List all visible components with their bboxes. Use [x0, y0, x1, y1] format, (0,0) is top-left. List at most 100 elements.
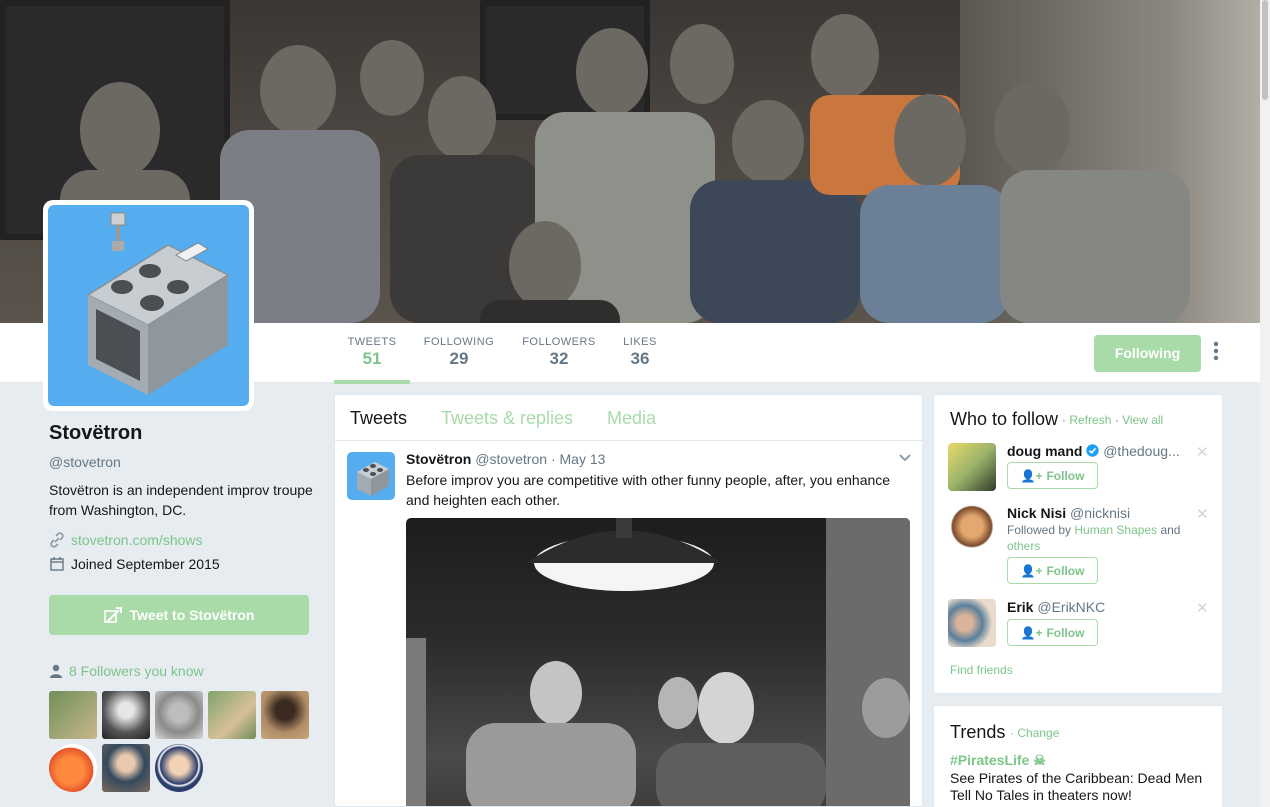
profile-info: Stovëtron @stovetron Stovëtron is an ind… [49, 420, 314, 572]
profile-joined-row: Joined September 2015 [49, 556, 314, 572]
refresh-link[interactable]: Refresh [1069, 413, 1111, 427]
nav-following-label: FOLLOWING [423, 336, 495, 348]
find-friends-link[interactable]: Find friends [950, 663, 1013, 677]
followed-by-and: and [1160, 523, 1181, 537]
user-name: Erik [1007, 599, 1034, 615]
nav-tweets-label: TWEETS [347, 336, 397, 348]
add-user-icon: 👤+ [1020, 468, 1043, 483]
follower-avatar[interactable] [155, 691, 203, 739]
dismiss-icon[interactable]: ✕ [1196, 443, 1209, 461]
nav-following[interactable]: FOLLOWING 29 [420, 323, 498, 383]
who-to-follow-links: · Refresh · View all [1062, 413, 1163, 427]
trends-panel: Trends · Change #PiratesLife ☠ See Pirat… [933, 705, 1223, 807]
nav-likes[interactable]: LIKES 36 [618, 323, 662, 383]
followed-by-others[interactable]: others [1007, 539, 1040, 553]
stove-icon [357, 462, 389, 496]
follow-button[interactable]: 👤+ Follow [1007, 619, 1098, 646]
tweet-author-name[interactable]: Stovëtron [406, 451, 471, 467]
tab-tweets[interactable]: Tweets [350, 408, 407, 429]
trend-description: See Pirates of the Caribbean: Dead Men T… [950, 770, 1203, 803]
dismiss-icon[interactable]: ✕ [1196, 599, 1209, 617]
user-avatar[interactable] [948, 599, 996, 647]
nav-likes-label: LIKES [623, 336, 657, 348]
trends-change-link[interactable]: · Change [1010, 726, 1059, 740]
following-button[interactable]: Following [1094, 335, 1201, 372]
calendar-icon [50, 557, 64, 571]
who-to-follow-panel: Who to follow · Refresh · View all doug … [933, 394, 1223, 694]
nav-tweets-count: 51 [362, 349, 382, 368]
tweet-author-handle[interactable]: @stovetron [475, 451, 547, 467]
tweet-to-button[interactable]: Tweet to Stovëtron [49, 595, 309, 635]
user-name-row[interactable]: doug mand @thedoug... [1007, 443, 1180, 459]
trends-title: Trends [950, 722, 1006, 742]
profile-website-row: stovetron.com/shows [49, 532, 314, 548]
follower-avatar[interactable] [49, 691, 97, 739]
profile-bio: Stovëtron is an independent improv troup… [49, 482, 313, 518]
chevron-down-icon[interactable] [898, 450, 912, 466]
user-handle: @ErikNKC [1037, 599, 1106, 615]
follow-button[interactable]: 👤+ Follow [1007, 557, 1098, 584]
user-avatar[interactable] [948, 443, 996, 491]
tweet-dot: · [550, 451, 556, 467]
tweet-to-label: Tweet to Stovëtron [129, 607, 255, 623]
timeline-tabs: Tweets Tweets & replies Media [335, 395, 922, 441]
compose-icon [103, 607, 122, 623]
tab-media[interactable]: Media [607, 408, 656, 429]
followed-by-link[interactable]: Human Shapes [1074, 523, 1157, 537]
user-icon [50, 664, 62, 678]
add-user-icon: 👤+ [1020, 563, 1043, 578]
followers-you-know-label: 8 Followers you know [69, 663, 204, 679]
add-user-icon: 👤+ [1020, 625, 1043, 640]
user-avatar[interactable] [948, 505, 996, 553]
followed-by: Followed by Human Shapes and others [1007, 522, 1207, 554]
tweet-item[interactable]: Stovëtron @stovetron · May 13 Before imp… [335, 442, 922, 806]
follow-label: Follow [1046, 563, 1085, 578]
separator-dot: · [1114, 413, 1119, 427]
nav-following-count: 29 [449, 349, 469, 368]
followers-you-know[interactable]: 8 Followers you know [49, 663, 204, 679]
tweet-avatar[interactable] [347, 452, 395, 500]
skull-crossbones-icon: ☠ [1033, 752, 1046, 768]
follow-button[interactable]: 👤+ Follow [1007, 462, 1098, 489]
follower-avatar[interactable] [155, 744, 203, 792]
nav-tweets[interactable]: TWEETS 51 [334, 323, 410, 384]
stove-icon [86, 212, 230, 395]
profile-handle[interactable]: @stovetron [49, 454, 314, 470]
tweet-photo-image [406, 518, 910, 806]
profile-website-link[interactable]: stovetron.com/shows [71, 532, 203, 548]
nav-followers-label: FOLLOWERS [522, 336, 596, 348]
follower-avatar[interactable] [261, 691, 309, 739]
follower-avatar[interactable] [208, 691, 256, 739]
more-options-icon[interactable] [1210, 341, 1222, 365]
profile-joined: Joined September 2015 [71, 556, 220, 572]
profile-name: Stovëtron [49, 422, 143, 444]
view-all-link[interactable]: View all [1122, 413, 1163, 427]
nav-likes-count: 36 [630, 349, 650, 368]
tweets-timeline: Tweets Tweets & replies Media Stovëtron … [334, 394, 923, 807]
user-handle: @thedoug... [1103, 443, 1180, 459]
user-name: Nick Nisi [1007, 505, 1067, 521]
user-name-row[interactable]: Nick Nisi @nicknisi [1007, 505, 1130, 521]
profile-avatar[interactable] [43, 200, 254, 411]
scrollbar-thumb[interactable] [1262, 0, 1268, 100]
followed-by-prefix: Followed by [1007, 523, 1072, 537]
tweet-photo[interactable] [406, 518, 910, 806]
separator-dot: · [1062, 413, 1066, 427]
follower-avatar[interactable] [102, 744, 150, 792]
trend-hashtag-label: #PiratesLife [950, 752, 1030, 768]
follow-label: Follow [1046, 468, 1085, 483]
tweet-date[interactable]: May 13 [560, 451, 606, 467]
follower-avatar[interactable] [49, 744, 97, 792]
tweet-text: Before improv you are competitive with o… [406, 472, 891, 508]
nav-followers[interactable]: FOLLOWERS 32 [518, 323, 600, 383]
scrollbar-track[interactable] [1260, 0, 1270, 807]
verified-badge-icon [1086, 444, 1100, 457]
user-name-row[interactable]: Erik @ErikNKC [1007, 599, 1105, 615]
user-handle: @nicknisi [1070, 505, 1131, 521]
dismiss-icon[interactable]: ✕ [1196, 505, 1209, 523]
nav-followers-count: 32 [549, 349, 569, 368]
trend-hashtag[interactable]: #PiratesLife ☠ [950, 752, 1046, 769]
follower-avatar[interactable] [102, 691, 150, 739]
tab-tweets-replies[interactable]: Tweets & replies [441, 408, 573, 429]
who-to-follow-title: Who to follow [950, 409, 1059, 429]
